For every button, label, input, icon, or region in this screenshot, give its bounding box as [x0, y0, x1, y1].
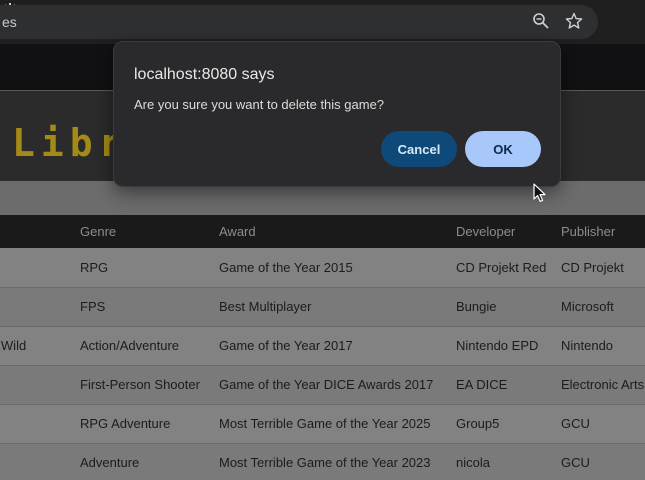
cell-title: [0, 287, 80, 327]
cell-genre: RPG: [80, 248, 219, 288]
cell-award: Game of the Year 2017: [219, 326, 456, 366]
cell-award: Most Terrible Game of the Year 2023: [219, 443, 456, 480]
table-row[interactable]: First-Person Shooter Game of the Year DI…: [0, 365, 645, 405]
cell-developer: EA DICE: [456, 365, 561, 405]
cell-title: [0, 365, 80, 405]
cell-award: Most Terrible Game of the Year 2025: [219, 404, 456, 444]
cell-genre: FPS: [80, 287, 219, 327]
cell-publisher: GCU: [561, 443, 645, 480]
cell-publisher: Nintendo: [561, 326, 645, 366]
cell-award: Game of the Year 2015: [219, 248, 456, 288]
cell-title: f the Wild: [0, 326, 80, 366]
cell-genre: Adventure: [80, 443, 219, 480]
address-text: es: [2, 14, 17, 30]
cell-publisher: Microsoft: [561, 287, 645, 327]
cell-title: [0, 443, 80, 480]
header-award: Award: [219, 215, 456, 248]
header-publisher: Publisher: [561, 215, 645, 248]
cell-award: Best Multiplayer: [219, 287, 456, 327]
header-developer: Developer: [456, 215, 561, 248]
cell-developer: CD Projekt Red: [456, 248, 561, 288]
cell-publisher: GCU: [561, 404, 645, 444]
ok-button[interactable]: OK: [465, 131, 541, 167]
table-row[interactable]: RPG Game of the Year 2015 CD Projekt Red…: [0, 248, 645, 288]
table-row[interactable]: f the Wild Action/Adventure Game of the …: [0, 326, 645, 366]
table-row[interactable]: FPS Best Multiplayer Bungie Microsoft: [0, 287, 645, 327]
cancel-button[interactable]: Cancel: [381, 131, 457, 167]
cell-developer: nicola: [456, 443, 561, 480]
zoom-icon[interactable]: [531, 11, 551, 31]
cell-genre: RPG Adventure: [80, 404, 219, 444]
cell-title: [0, 404, 80, 444]
bookmark-star-icon[interactable]: [564, 11, 584, 31]
header-genre: Genre: [80, 215, 219, 248]
dialog-message: Are you sure you want to delete this gam…: [134, 97, 385, 112]
games-table: Genre Award Developer Publisher RPG Game…: [0, 215, 645, 480]
address-bar[interactable]: es: [0, 5, 598, 39]
dialog-title: localhost:8080 says: [134, 66, 275, 83]
cell-publisher: CD Projekt: [561, 248, 645, 288]
header-title: [0, 215, 80, 248]
browser-toolbar: es: [0, 0, 645, 44]
mouse-cursor-icon: [533, 183, 546, 202]
table-row[interactable]: Adventure Most Terrible Game of the Year…: [0, 443, 645, 480]
cell-title: [0, 248, 80, 288]
banner-title: Libr: [12, 121, 128, 165]
cell-developer: Group5: [456, 404, 561, 444]
table-header-row: Genre Award Developer Publisher: [0, 215, 645, 248]
confirm-dialog: localhost:8080 says Are you sure you wan…: [113, 41, 561, 187]
cell-developer: Nintendo EPD: [456, 326, 561, 366]
cell-genre: Action/Adventure: [80, 326, 219, 366]
cell-award: Game of the Year DICE Awards 2017: [219, 365, 456, 405]
table-row[interactable]: RPG Adventure Most Terrible Game of the …: [0, 404, 645, 444]
cell-publisher: Electronic Arts: [561, 365, 645, 405]
cell-genre: First-Person Shooter: [80, 365, 219, 405]
screen: es Libr Genre Award Developer Publisher …: [0, 0, 645, 480]
cell-developer: Bungie: [456, 287, 561, 327]
